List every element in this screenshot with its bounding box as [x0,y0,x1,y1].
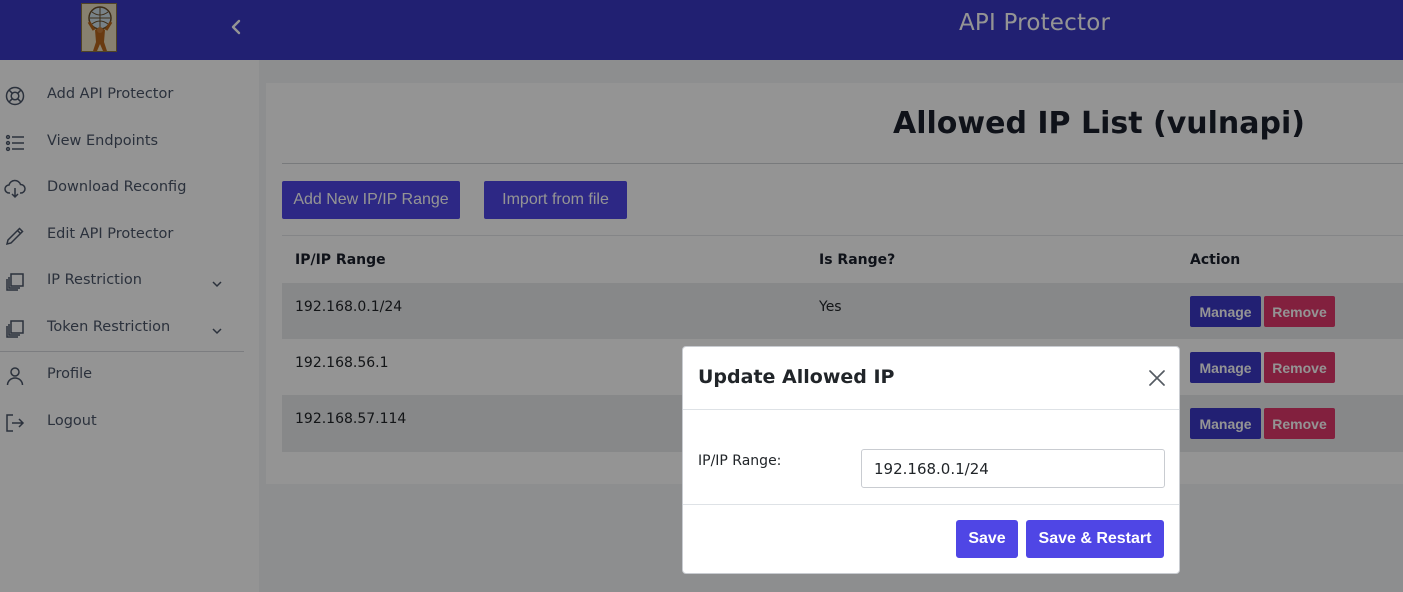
close-icon[interactable] [1147,368,1167,388]
save-button[interactable]: Save [956,520,1018,558]
save-restart-button[interactable]: Save & Restart [1026,520,1164,558]
modal-divider [683,504,1179,505]
ip-range-input[interactable] [861,449,1165,488]
ip-range-label: IP/IP Range: [698,453,782,469]
modal-title: Update Allowed IP [698,366,895,388]
modal-divider [683,409,1179,410]
update-ip-modal: Update Allowed IP IP/IP Range: Save Save… [682,346,1180,574]
